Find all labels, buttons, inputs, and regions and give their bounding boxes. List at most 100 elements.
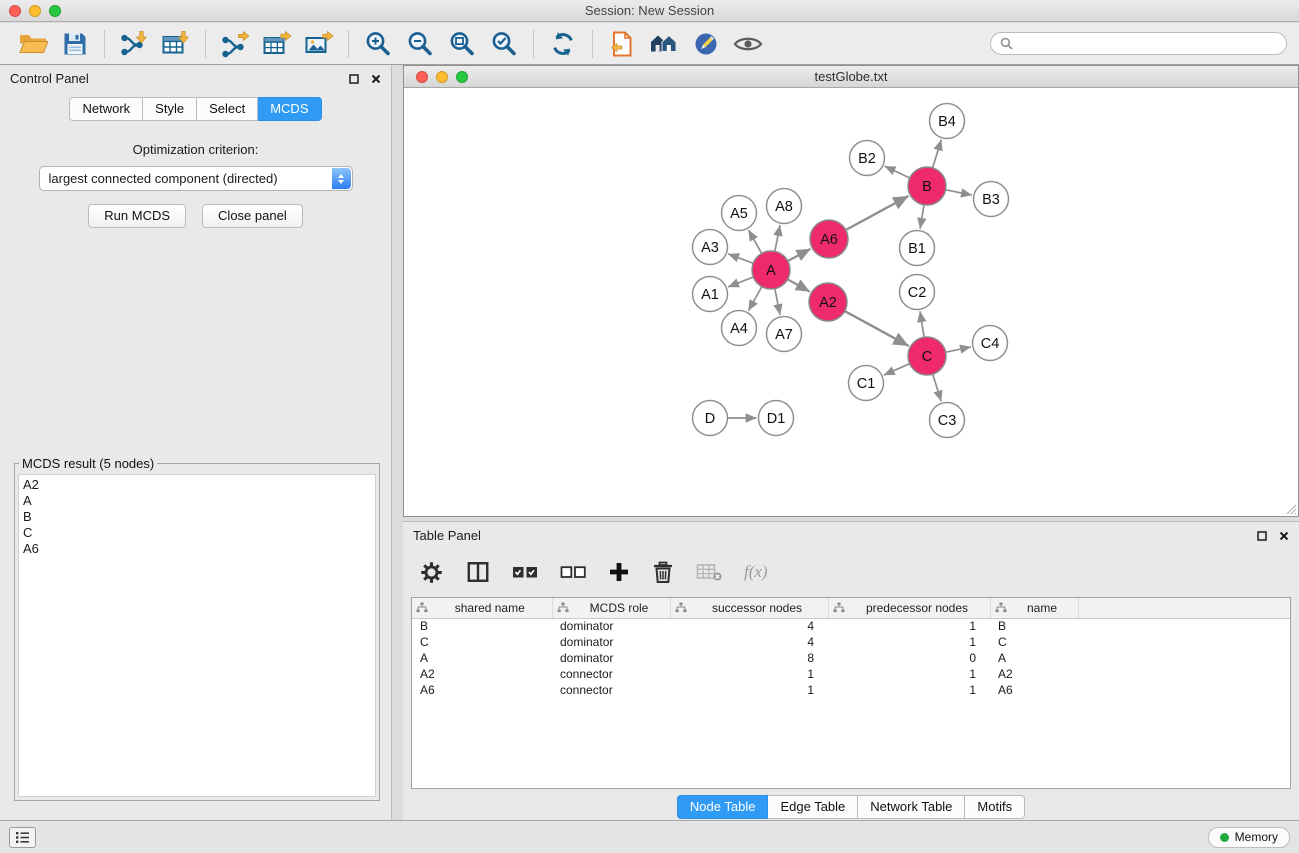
- show-columns-button[interactable]: [466, 560, 490, 584]
- show-hide-button[interactable]: [729, 27, 767, 61]
- home-view-button[interactable]: [645, 27, 683, 61]
- table-row[interactable]: A6 connector 1 1 A6: [412, 682, 1290, 698]
- task-history-button[interactable]: [9, 827, 36, 848]
- graph-node-D[interactable]: D: [693, 401, 728, 436]
- graph-node-C1[interactable]: C1: [849, 366, 884, 401]
- cell-shared-name[interactable]: C: [412, 634, 552, 650]
- result-item[interactable]: A2: [23, 477, 371, 493]
- cell-name[interactable]: A6: [990, 682, 1078, 698]
- float-table-panel-button[interactable]: [1257, 531, 1267, 541]
- cell-mcds-role[interactable]: connector: [552, 682, 670, 698]
- column-header-shared-name[interactable]: shared name: [412, 598, 552, 618]
- column-header-mcds-role[interactable]: MCDS role: [552, 598, 670, 618]
- graph-node-A4[interactable]: A4: [722, 311, 757, 346]
- graph-node-C4[interactable]: C4: [973, 326, 1008, 361]
- tab-node-table[interactable]: Node Table: [677, 795, 769, 819]
- table-row[interactable]: A dominator 8 0 A: [412, 650, 1290, 666]
- graph-node-B1[interactable]: B1: [900, 231, 935, 266]
- cell-successor-nodes[interactable]: 4: [670, 618, 828, 634]
- delete-column-button[interactable]: [652, 560, 674, 584]
- close-window-button[interactable]: [9, 5, 21, 17]
- table-settings-button[interactable]: [419, 560, 444, 585]
- table-row[interactable]: C dominator 4 1 C: [412, 634, 1290, 650]
- tab-motifs[interactable]: Motifs: [965, 795, 1025, 819]
- zoom-in-button[interactable]: [359, 27, 397, 61]
- mcds-result-list[interactable]: A2 A B C A6: [18, 474, 376, 797]
- minimize-window-button[interactable]: [29, 5, 41, 17]
- cell-name[interactable]: A2: [990, 666, 1078, 682]
- create-column-button[interactable]: [608, 561, 630, 583]
- unselect-all-columns-button[interactable]: [560, 563, 586, 581]
- function-builder-button[interactable]: f(x): [744, 562, 768, 582]
- zoom-out-button[interactable]: [401, 27, 439, 61]
- result-item[interactable]: B: [23, 509, 371, 525]
- save-session-button[interactable]: [56, 27, 94, 61]
- table-row[interactable]: B dominator 4 1 B: [412, 618, 1290, 634]
- tab-network-table[interactable]: Network Table: [858, 795, 965, 819]
- cell-name[interactable]: B: [990, 618, 1078, 634]
- cell-name[interactable]: C: [990, 634, 1078, 650]
- network-canvas[interactable]: AA1A2A3A4A5A6A7A8BB1B2B3B4CC1C2C3C4DD1: [404, 88, 1298, 515]
- cell-successor-nodes[interactable]: 1: [670, 666, 828, 682]
- graph-node-A1[interactable]: A1: [693, 277, 728, 312]
- graph-node-B4[interactable]: B4: [930, 104, 965, 139]
- cell-successor-nodes[interactable]: 1: [670, 682, 828, 698]
- graph-node-A7[interactable]: A7: [767, 317, 802, 352]
- delete-table-button[interactable]: [696, 562, 722, 582]
- export-network-button[interactable]: [216, 27, 254, 61]
- cell-name[interactable]: A: [990, 650, 1078, 666]
- cell-shared-name[interactable]: B: [412, 618, 552, 634]
- cell-shared-name[interactable]: A: [412, 650, 552, 666]
- cell-mcds-role[interactable]: dominator: [552, 634, 670, 650]
- graph-node-D1[interactable]: D1: [759, 401, 794, 436]
- tab-mcds[interactable]: MCDS: [258, 97, 321, 121]
- cell-predecessor-nodes[interactable]: 1: [828, 618, 990, 634]
- network-close-button[interactable]: [416, 71, 428, 83]
- result-item[interactable]: A6: [23, 541, 371, 557]
- graph-node-A3[interactable]: A3: [693, 230, 728, 265]
- network-minimize-button[interactable]: [436, 71, 448, 83]
- export-table-button[interactable]: [258, 27, 296, 61]
- column-header-name[interactable]: name: [990, 598, 1078, 618]
- tab-select[interactable]: Select: [197, 97, 258, 121]
- graph-node-B2[interactable]: B2: [850, 141, 885, 176]
- import-network-button[interactable]: [115, 27, 153, 61]
- search-input[interactable]: [1019, 36, 1277, 51]
- resize-grip-icon[interactable]: [1285, 503, 1297, 515]
- tab-network[interactable]: Network: [69, 97, 143, 121]
- select-all-columns-button[interactable]: [512, 563, 538, 581]
- graph-node-A6[interactable]: A6: [810, 220, 848, 258]
- document-page-button[interactable]: [603, 27, 641, 61]
- cell-successor-nodes[interactable]: 4: [670, 634, 828, 650]
- cell-predecessor-nodes[interactable]: 1: [828, 682, 990, 698]
- network-zoom-button[interactable]: [456, 71, 468, 83]
- column-header-predecessor-nodes[interactable]: predecessor nodes: [828, 598, 990, 618]
- column-header-successor-nodes[interactable]: successor nodes: [670, 598, 828, 618]
- close-panel-push-button[interactable]: Close panel: [202, 204, 303, 228]
- graph-node-A[interactable]: A: [752, 251, 790, 289]
- zoom-selected-button[interactable]: [485, 27, 523, 61]
- graph-node-C2[interactable]: C2: [900, 275, 935, 310]
- tab-edge-table[interactable]: Edge Table: [768, 795, 858, 819]
- result-item[interactable]: C: [23, 525, 371, 541]
- cell-mcds-role[interactable]: dominator: [552, 618, 670, 634]
- tab-style[interactable]: Style: [143, 97, 197, 121]
- zoom-window-button[interactable]: [49, 5, 61, 17]
- graph-node-C[interactable]: C: [908, 337, 946, 375]
- export-image-button[interactable]: [300, 27, 338, 61]
- open-session-button[interactable]: [14, 27, 52, 61]
- memory-button[interactable]: Memory: [1208, 827, 1290, 848]
- close-panel-button[interactable]: [371, 74, 381, 84]
- table-row[interactable]: A2 connector 1 1 A2: [412, 666, 1290, 682]
- cell-mcds-role[interactable]: dominator: [552, 650, 670, 666]
- cell-shared-name[interactable]: A2: [412, 666, 552, 682]
- graph-node-A2[interactable]: A2: [809, 283, 847, 321]
- run-mcds-button[interactable]: Run MCDS: [88, 204, 186, 228]
- search-box[interactable]: [990, 32, 1287, 55]
- graph-node-B3[interactable]: B3: [974, 182, 1009, 217]
- close-table-panel-button[interactable]: [1279, 531, 1289, 541]
- result-item[interactable]: A: [23, 493, 371, 509]
- cell-successor-nodes[interactable]: 8: [670, 650, 828, 666]
- cell-predecessor-nodes[interactable]: 1: [828, 634, 990, 650]
- import-table-button[interactable]: [157, 27, 195, 61]
